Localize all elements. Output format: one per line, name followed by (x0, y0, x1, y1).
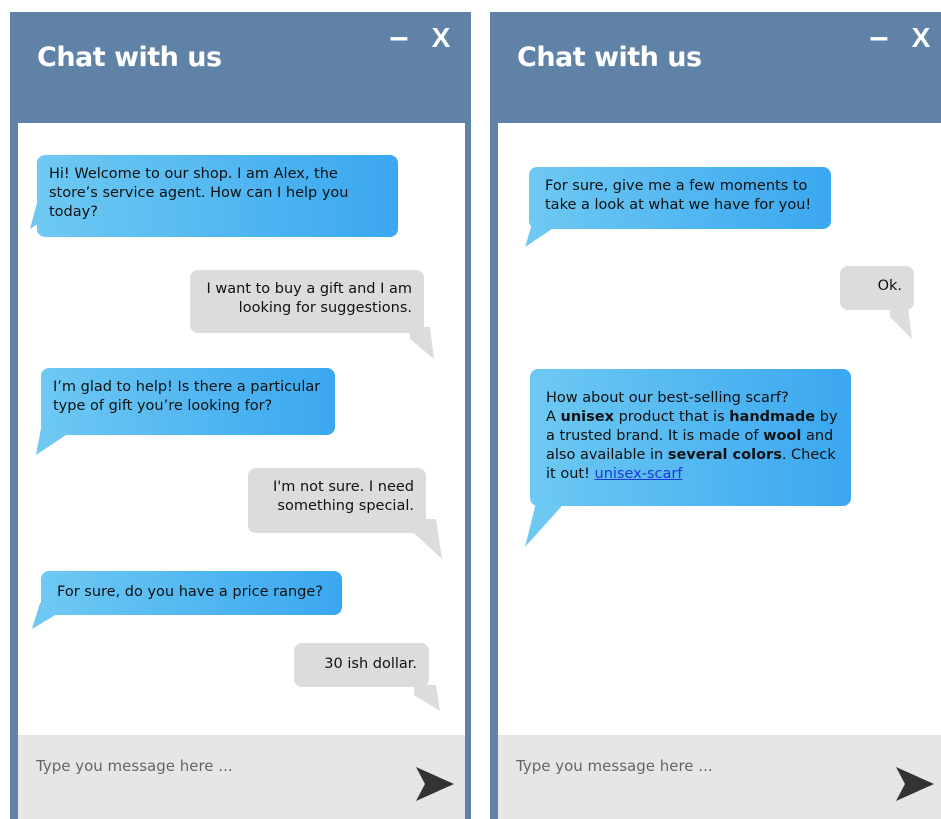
bubble-tail (414, 685, 440, 711)
message-agent-product: How about our best-selling scarf? A unis… (530, 369, 851, 506)
highlight-unisex: unisex (560, 409, 614, 425)
chat-header: Chat with us – X (10, 12, 471, 123)
message-user: Ok. (840, 266, 914, 310)
minimize-icon[interactable]: – (386, 20, 412, 54)
bubble-tail (525, 499, 561, 547)
message-text: product that is (613, 409, 730, 425)
close-icon[interactable]: X (428, 21, 454, 55)
highlight-wool: wool (763, 428, 802, 444)
message-text: How about our best-selling scarf? (546, 390, 789, 406)
message-input[interactable] (34, 753, 378, 779)
message-input-bar (498, 735, 941, 819)
chat-title: Chat with us (37, 42, 222, 73)
chat-title: Chat with us (517, 42, 702, 73)
chat-window-left: Chat with us – X Hi! Welcome to our shop… (10, 12, 471, 819)
close-icon[interactable]: X (908, 21, 934, 55)
message-text: For sure, give me a few moments to take … (545, 178, 812, 213)
chat-messages: Hi! Welcome to our shop. I am Alex, the … (18, 123, 465, 735)
message-agent: For sure, do you have a price range? (41, 571, 342, 615)
message-text: 30 ish dollar. (324, 656, 417, 672)
message-text: I’m glad to help! Is there a particular … (53, 379, 321, 414)
highlight-colors: several colors (667, 447, 782, 463)
message-text: I'm not sure. I need something special. (273, 479, 414, 514)
chat-header: Chat with us – X (490, 12, 941, 123)
send-arrow-icon[interactable] (416, 767, 454, 801)
message-text: A (546, 409, 561, 425)
message-agent: Hi! Welcome to our shop. I am Alex, the … (37, 155, 398, 237)
message-user: I'm not sure. I need something special. (248, 468, 426, 533)
chat-messages: For sure, give me a few moments to take … (498, 123, 941, 735)
message-input[interactable] (514, 753, 858, 779)
message-input-bar (18, 735, 465, 819)
message-user: I want to buy a gift and I am looking fo… (190, 270, 424, 333)
highlight-handmade: handmade (729, 409, 816, 425)
bubble-tail (890, 307, 912, 339)
message-agent: I’m glad to help! Is there a particular … (41, 368, 335, 435)
send-arrow-icon[interactable] (896, 767, 934, 801)
message-agent: For sure, give me a few moments to take … (529, 167, 831, 229)
product-link[interactable]: unisex-scarf (595, 466, 683, 482)
minimize-icon[interactable]: – (866, 20, 892, 54)
message-text: I want to buy a gift and I am looking fo… (206, 281, 412, 316)
message-user: 30 ish dollar. (294, 643, 429, 687)
message-text: For sure, do you have a price range? (57, 584, 323, 600)
message-text: Hi! Welcome to our shop. I am Alex, the … (49, 166, 349, 220)
chat-window-right: Chat with us – X For sure, give me a few… (490, 12, 941, 819)
message-text: Ok. (877, 278, 902, 294)
